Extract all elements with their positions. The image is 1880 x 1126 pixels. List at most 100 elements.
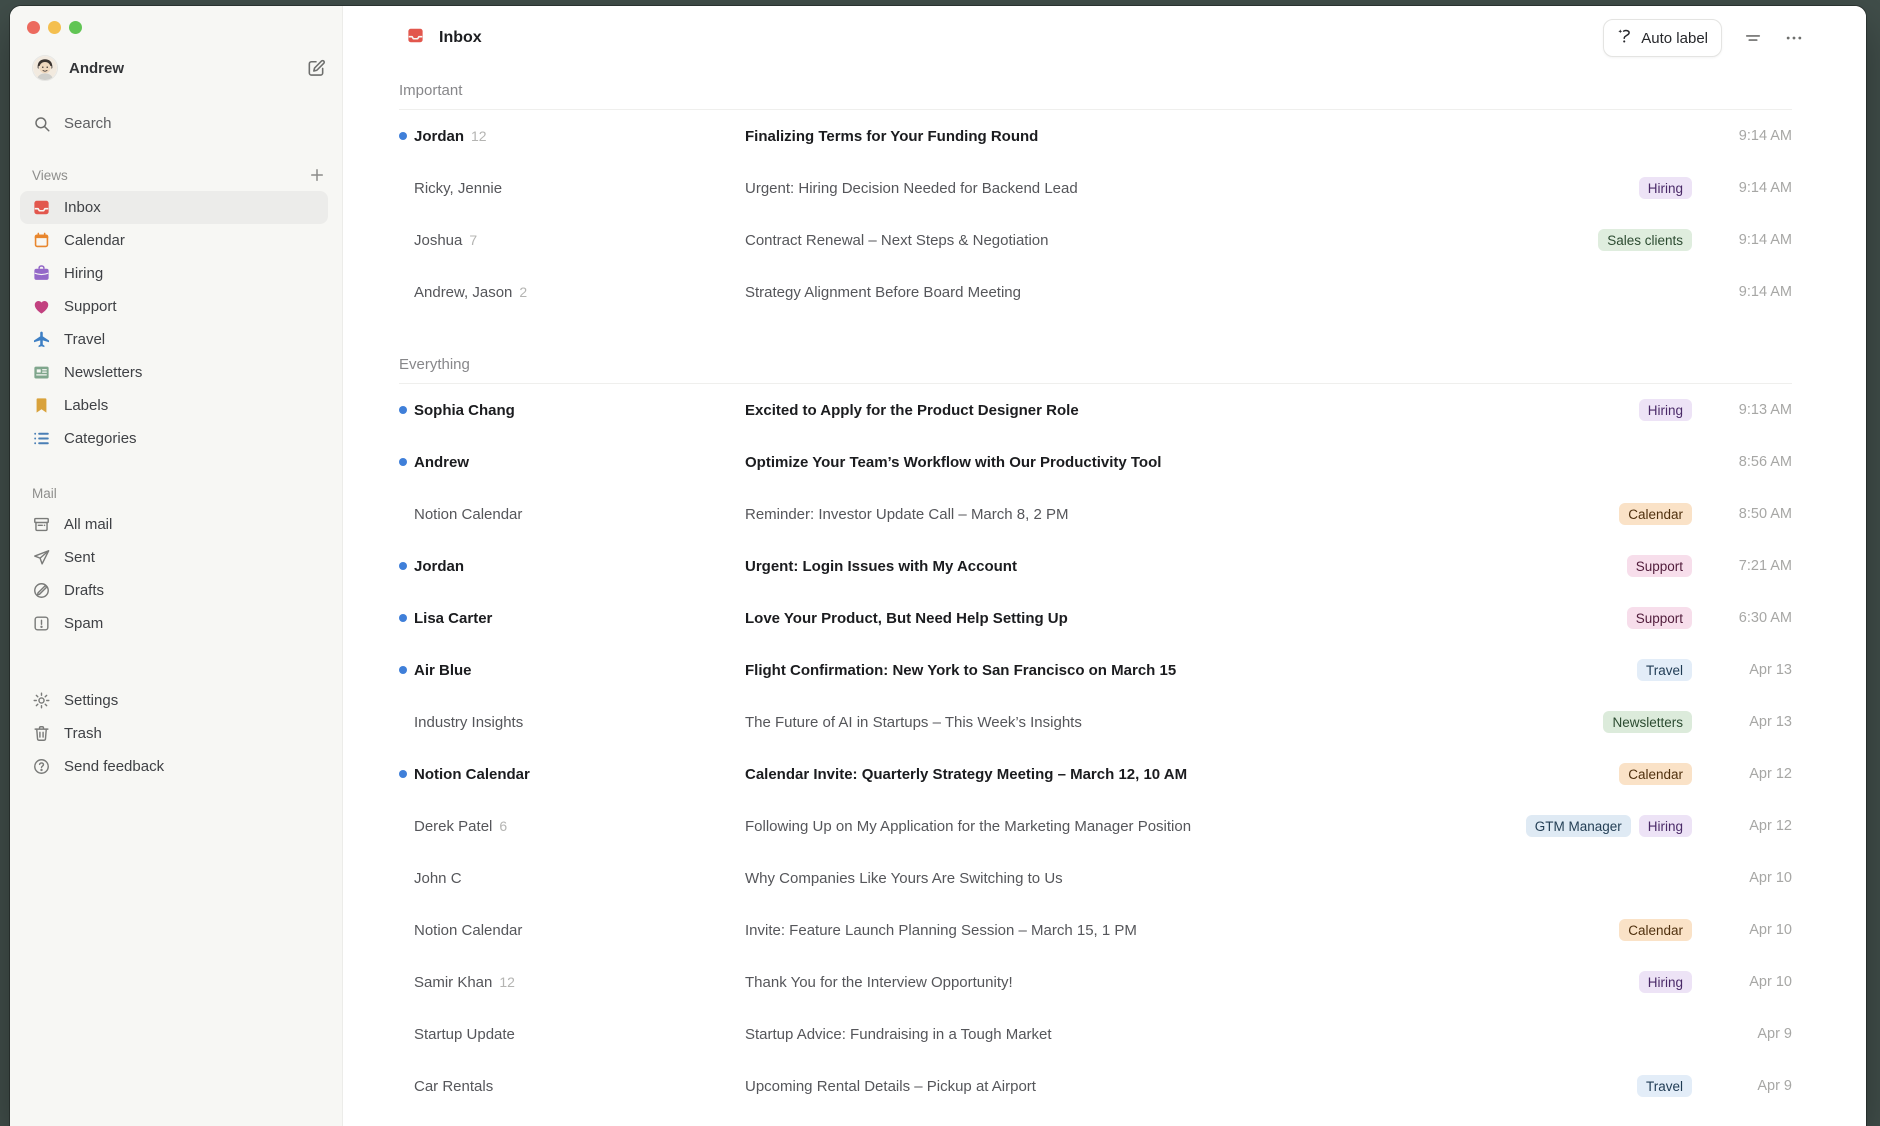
main-header: Inbox Auto label	[343, 6, 1866, 58]
tag-hiring[interactable]: Hiring	[1639, 177, 1692, 199]
unread-dot	[399, 666, 414, 674]
sidebar-item-drafts[interactable]: Drafts	[20, 574, 328, 607]
tag-calendar[interactable]: Calendar	[1619, 503, 1692, 525]
email-list: ImportantJordan12Finalizing Terms for Yo…	[343, 58, 1866, 1126]
minimize-window-button[interactable]	[48, 21, 61, 34]
search-button[interactable]: Search	[10, 108, 342, 139]
tag-travel[interactable]: Travel	[1637, 659, 1692, 681]
email-sender: Startup Update	[414, 1026, 745, 1043]
email-row[interactable]: Andrew, Jason2Strategy Alignment Before …	[343, 266, 1866, 318]
email-row[interactable]: Air BlueFlight Confirmation: New York to…	[343, 644, 1866, 696]
spam-icon	[32, 614, 51, 633]
email-time: 9:14 AM	[1692, 128, 1792, 144]
tag-support[interactable]: Support	[1627, 607, 1692, 629]
auto-label-button[interactable]: Auto label	[1603, 19, 1722, 57]
sidebar-item-categories[interactable]: Categories	[20, 422, 328, 455]
email-row[interactable]: Notion CalendarCalendar Invite: Quarterl…	[343, 748, 1866, 800]
email-time: Apr 10	[1692, 922, 1792, 938]
unread-dot	[399, 770, 414, 778]
tag-hiring[interactable]: Hiring	[1639, 971, 1692, 993]
tag-gtm[interactable]: GTM Manager	[1526, 815, 1631, 837]
email-subject: Following Up on My Application for the M…	[745, 818, 1514, 835]
email-row[interactable]: Notion CalendarReminder: Investor Update…	[343, 488, 1866, 540]
compose-icon[interactable]	[306, 58, 326, 78]
email-subject: Upcoming Rental Details – Pickup at Airp…	[745, 1078, 1625, 1095]
question-icon	[32, 757, 51, 776]
sidebar-item-all-mail[interactable]: All mail	[20, 508, 328, 541]
account-name: Andrew	[69, 60, 124, 77]
thread-count: 2	[519, 284, 527, 300]
tag-hiring[interactable]: Hiring	[1639, 399, 1692, 421]
tag-sales[interactable]: Sales clients	[1598, 229, 1692, 251]
sidebar-item-trash[interactable]: Trash	[20, 717, 328, 750]
thread-count: 6	[499, 818, 507, 834]
sidebar-item-settings[interactable]: Settings	[20, 684, 328, 717]
sidebar-item-send-feedback[interactable]: Send feedback	[20, 750, 328, 783]
sidebar-item-labels[interactable]: Labels	[20, 389, 328, 422]
sidebar-item-label: Categories	[64, 430, 137, 447]
email-row[interactable]: JordanUrgent: Login Issues with My Accou…	[343, 540, 1866, 592]
email-row[interactable]: Lisa CarterLove Your Product, But Need H…	[343, 592, 1866, 644]
email-row[interactable]: Derek Patel6Following Up on My Applicati…	[343, 800, 1866, 852]
email-tags: Hiring	[1639, 971, 1692, 993]
views-list: Inbox CalendarHiringSupportTravel Newslett…	[10, 191, 342, 455]
email-row[interactable]: Startup UpdateStartup Advice: Fundraisin…	[343, 1008, 1866, 1060]
page-title: Inbox	[439, 29, 482, 47]
sidebar-item-label: Labels	[64, 397, 108, 414]
list-icon	[32, 429, 51, 448]
email-row[interactable]: AndrewOptimize Your Team’s Workflow with…	[343, 436, 1866, 488]
sidebar-item-support[interactable]: Support	[20, 290, 328, 323]
email-subject: Calendar Invite: Quarterly Strategy Meet…	[745, 766, 1607, 783]
email-row[interactable]: Joshua7Contract Renewal – Next Steps & N…	[343, 214, 1866, 266]
tag-newsletters[interactable]: Newsletters	[1603, 711, 1692, 733]
sidebar-item-hiring[interactable]: Hiring	[20, 257, 328, 290]
more-options-icon[interactable]	[1784, 28, 1804, 48]
tag-hiring[interactable]: Hiring	[1639, 815, 1692, 837]
section-title: Everything	[399, 348, 1792, 384]
email-tags: Hiring	[1639, 399, 1692, 421]
tag-calendar[interactable]: Calendar	[1619, 919, 1692, 941]
sidebar-item-label: Newsletters	[64, 364, 142, 381]
sidebar-item-sent[interactable]: Sent	[20, 541, 328, 574]
all-mail-icon	[32, 515, 51, 534]
email-sender: Industry Insights	[414, 714, 745, 731]
email-tags: Hiring	[1639, 177, 1692, 199]
email-row[interactable]: Car RentalsUpcoming Rental Details – Pic…	[343, 1060, 1866, 1112]
sidebar-item-label: Inbox	[64, 199, 101, 216]
sidebar-item-newsletters[interactable]: Newsletters	[20, 356, 328, 389]
trash-icon	[32, 724, 51, 743]
tag-support[interactable]: Support	[1627, 555, 1692, 577]
email-tags: Calendar	[1619, 503, 1692, 525]
sidebar-item-calendar[interactable]: Calendar	[20, 224, 328, 257]
email-row[interactable]: Samir Khan12Thank You for the Interview …	[343, 956, 1866, 1008]
unread-dot	[399, 614, 414, 622]
sidebar-item-spam[interactable]: Spam	[20, 607, 328, 640]
tag-calendar[interactable]: Calendar	[1619, 763, 1692, 785]
email-row[interactable]: Ricky, JennieUrgent: Hiring Decision Nee…	[343, 162, 1866, 214]
zoom-window-button[interactable]	[69, 21, 82, 34]
sidebar-item-travel[interactable]: Travel	[20, 323, 328, 356]
bookmark-icon	[32, 396, 51, 415]
email-time: Apr 12	[1692, 818, 1792, 834]
email-row[interactable]: Sophia ChangExcited to Apply for the Pro…	[343, 384, 1866, 436]
display-options-icon[interactable]	[1743, 28, 1763, 48]
email-subject: Invite: Feature Launch Planning Session …	[745, 922, 1607, 939]
search-icon	[32, 114, 51, 133]
avatar[interactable]	[32, 55, 58, 81]
tag-travel[interactable]: Travel	[1637, 1075, 1692, 1097]
email-row[interactable]: Notion CalendarInvite: Feature Launch Pl…	[343, 904, 1866, 956]
email-row[interactable]: Jordan12Finalizing Terms for Your Fundin…	[343, 110, 1866, 162]
email-sender: Samir Khan12	[414, 974, 745, 991]
email-time: 6:30 AM	[1692, 610, 1792, 626]
sidebar: Andrew Search Views InboxCalendarHiri	[10, 6, 343, 1126]
email-row[interactable]: John CWhy Companies Like Yours Are Switc…	[343, 852, 1866, 904]
email-row[interactable]: Industry InsightsThe Future of AI in Sta…	[343, 696, 1866, 748]
gear-icon	[32, 691, 51, 710]
mail-section-label: Mail	[32, 486, 326, 501]
email-time: Apr 10	[1692, 974, 1792, 990]
email-tags: Newsletters	[1603, 711, 1692, 733]
sidebar-item-inbox[interactable]: Inbox	[20, 191, 328, 224]
unread-dot	[399, 458, 414, 466]
add-view-icon[interactable]	[308, 166, 326, 184]
close-window-button[interactable]	[27, 21, 40, 34]
